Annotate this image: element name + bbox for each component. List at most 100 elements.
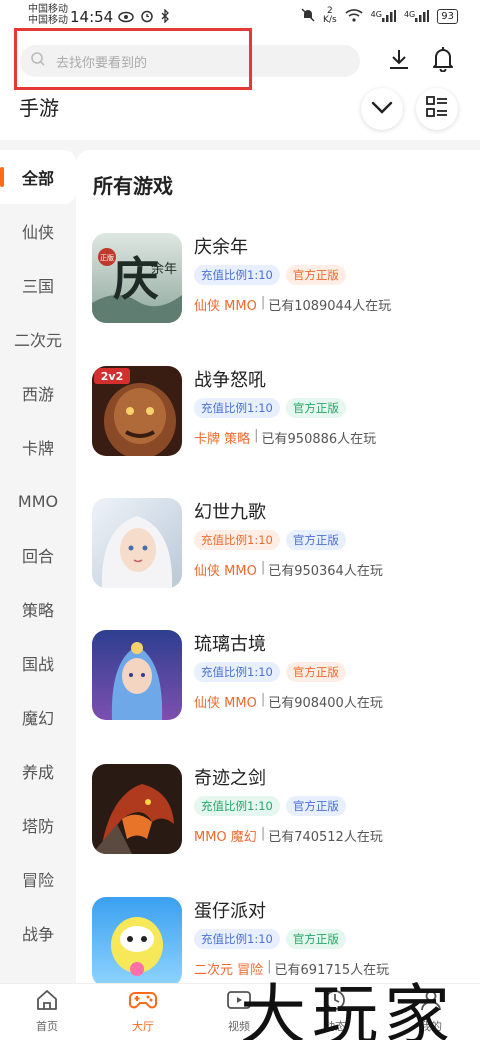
expand-button[interactable] <box>361 88 403 130</box>
search-input[interactable]: 去找你要看到的 <box>20 45 360 77</box>
tag-recharge-ratio: 充值比例1:10 <box>194 929 280 949</box>
category-sidebar: 全部 仙侠 三国 二次元 西游 卡牌 MMO 回合 策略 国战 魔幻 养成 塔防… <box>0 150 76 983</box>
game-genre: 仙侠 MMO <box>194 299 257 314</box>
net-speed-unit: K/s <box>323 15 337 25</box>
category-item-adventure[interactable]: 冒险 <box>0 852 76 906</box>
tag-recharge-ratio: 充值比例1:10 <box>194 530 280 550</box>
thumb-badge-2: 2v2 <box>101 370 123 383</box>
chevron-down-icon <box>371 100 393 119</box>
signal-2: 4G <box>403 10 430 22</box>
game-icon-5 <box>92 764 182 854</box>
download-button[interactable] <box>384 46 414 76</box>
game-title: 蛋仔派对 <box>194 901 266 922</box>
separator: | <box>260 560 266 575</box>
game-players: 已有1089044人在玩 <box>268 299 392 314</box>
clock: 14:54 <box>70 8 114 26</box>
game-icon-1: 正版 庆 余年 <box>92 233 182 323</box>
nav-lobby[interactable]: 大厅 <box>98 988 188 1038</box>
alarm-icon <box>140 8 154 27</box>
game-title: 琉璃古境 <box>194 634 266 655</box>
tag-official: 官方正版 <box>285 662 346 682</box>
game-icon-3 <box>92 498 182 588</box>
separator: | <box>260 295 266 310</box>
category-item-strategy[interactable]: 策略 <box>0 582 76 636</box>
game-icon-6 <box>92 897 182 987</box>
carrier-names: 中国移动 中国移动 <box>28 4 68 26</box>
signal-2-label: 4G <box>403 10 416 19</box>
game-item-4[interactable]: 琉璃古境 充值比例1:10 官方正版 仙侠 MMO | 已有908400人在玩 <box>92 630 472 722</box>
thumb-sub-1: 余年 <box>151 261 177 277</box>
category-item-xiyou[interactable]: 西游 <box>0 366 76 420</box>
signal-1-label: 4G <box>370 10 382 19</box>
category-item-sanguo[interactable]: 三国 <box>0 258 76 312</box>
game-players: 已有740512人在玩 <box>268 830 383 845</box>
game-players: 已有950886人在玩 <box>261 432 377 447</box>
game-players: 已有950364人在玩 <box>268 564 383 579</box>
layout-toggle-button[interactable] <box>416 88 458 130</box>
download-icon <box>387 47 411 75</box>
category-item-raising[interactable]: 养成 <box>0 744 76 798</box>
category-item-fantasy[interactable]: 魔幻 <box>0 690 76 744</box>
category-item-nation-war[interactable]: 国战 <box>0 636 76 690</box>
section-title: 所有游戏 <box>93 174 173 198</box>
tag-recharge-ratio: 充值比例1:10 <box>194 265 280 285</box>
game-item-3[interactable]: 幻世九歌 充值比例1:10 官方正版 仙侠 MMO | 已有950364人在玩 <box>92 498 472 590</box>
category-item-war[interactable]: 战争 <box>0 906 76 960</box>
game-genre: 卡牌 策略 <box>194 432 251 447</box>
category-item-mmo[interactable]: MMO <box>0 474 76 528</box>
tag-recharge-ratio: 充值比例1:10 <box>194 662 280 682</box>
tag-recharge-ratio: 充值比例1:10 <box>194 796 280 816</box>
carrier-1: 中国移动 <box>28 4 68 15</box>
game-item-5[interactable]: 奇迹之剑 充值比例1:10 官方正版 MMO 魔幻 | 已有740512人在玩 <box>92 764 472 856</box>
nav-lobby-label: 大厅 <box>132 1020 154 1033</box>
category-item-xianxia[interactable]: 仙侠 <box>0 204 76 258</box>
search-placeholder: 去找你要看到的 <box>56 55 148 71</box>
mute-icon <box>301 8 315 25</box>
thumb-badge-1: 正版 <box>100 253 114 262</box>
game-title: 幻世九歌 <box>194 502 266 523</box>
game-genre: MMO 魔幻 <box>194 830 257 845</box>
net-speed: 2 K/s <box>323 7 337 25</box>
tag-official: 官方正版 <box>285 530 346 550</box>
tag-official: 官方正版 <box>285 398 346 418</box>
signal-1: 4G <box>371 10 396 22</box>
category-item-all[interactable]: 全部 <box>0 150 76 204</box>
page-title: 手游 <box>19 96 59 120</box>
category-item-tower-defense[interactable]: 塔防 <box>0 798 76 852</box>
game-icon-4 <box>92 630 182 720</box>
wifi-icon <box>345 8 363 25</box>
watermark-logo: 大玩家 <box>240 977 456 1040</box>
status-bar: 中国移动 中国移动 14:54 2 K/s 4G 4G 93 <box>0 0 480 34</box>
game-title: 战争怒吼 <box>194 370 266 391</box>
notification-button[interactable] <box>428 46 458 76</box>
separator: | <box>254 428 259 443</box>
category-item-anime[interactable]: 二次元 <box>0 312 76 366</box>
home-icon <box>35 988 59 1016</box>
separator: | <box>260 692 266 707</box>
category-item-card[interactable]: 卡牌 <box>0 420 76 474</box>
eye-icon <box>118 8 134 27</box>
battery-indicator: 93 <box>437 8 458 24</box>
game-item-2[interactable]: 2v2 战争怒吼 充值比例1:10 官方正版 卡牌 策略 | 已有950886人… <box>92 366 472 458</box>
carrier-2: 中国移动 <box>28 15 68 26</box>
tag-official: 官方正版 <box>285 929 346 949</box>
bell-icon <box>431 46 455 76</box>
game-icon-2: 2v2 <box>92 366 182 456</box>
thumb-logo-1: 庆 <box>113 252 159 306</box>
search-icon <box>30 51 46 71</box>
separator: | <box>260 826 266 841</box>
game-item-1[interactable]: 正版 庆 余年 庆余年 充值比例1:10 官方正版 仙侠 MMO | 已有108… <box>92 233 472 325</box>
tag-official: 官方正版 <box>285 265 346 285</box>
tag-recharge-ratio: 充值比例1:10 <box>194 398 280 418</box>
list-grid-icon <box>426 96 448 122</box>
nav-home-label: 首页 <box>36 1020 58 1033</box>
tag-official: 官方正版 <box>285 796 346 816</box>
game-title: 奇迹之剑 <box>194 768 266 789</box>
gamepad-icon <box>129 988 157 1016</box>
category-item-turn-based[interactable]: 回合 <box>0 528 76 582</box>
bluetooth-icon <box>160 8 170 27</box>
game-genre: 仙侠 MMO <box>194 564 257 579</box>
nav-home[interactable]: 首页 <box>2 988 92 1038</box>
game-title: 庆余年 <box>194 237 248 258</box>
game-players: 已有908400人在玩 <box>268 696 383 711</box>
